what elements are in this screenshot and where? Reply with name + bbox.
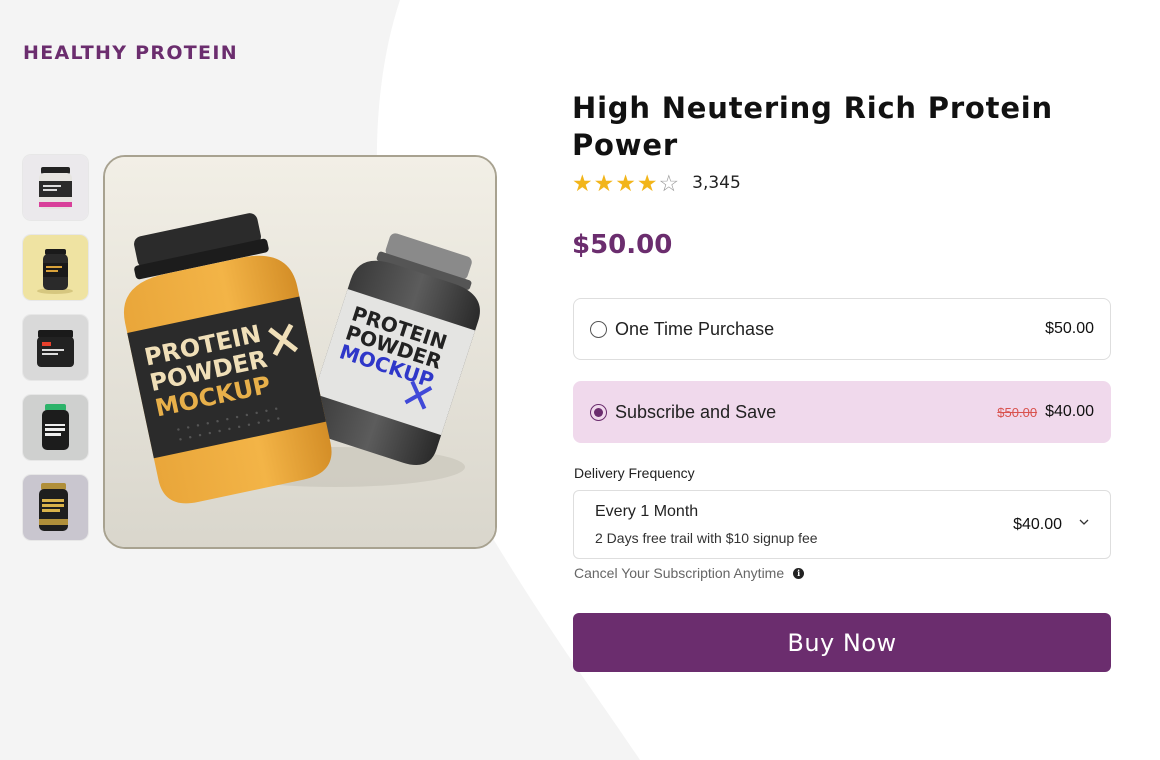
star-icon: ★ (636, 169, 658, 196)
buy-now-button[interactable]: Buy Now (573, 613, 1111, 672)
star-icon: ★ (572, 169, 593, 196)
brand-logo[interactable]: HEALTHY PROTEIN (23, 42, 238, 64)
star-icon: ★ (615, 169, 636, 196)
thumbnail-4[interactable] (23, 395, 88, 460)
info-icon[interactable]: i (793, 567, 805, 579)
chevron-down-icon[interactable] (1078, 516, 1090, 528)
thumbnail-1[interactable] (23, 155, 88, 220)
subscribe-label: Subscribe and Save (615, 401, 777, 422)
subscribe-old-price: $50.00 (997, 404, 1038, 420)
one-time-purchase-option[interactable]: One Time Purchase $50.00 (573, 298, 1111, 360)
delivery-frequency-price: $40.00 (1013, 516, 1062, 533)
thumbnail-list (23, 155, 88, 555)
thumbnail-5[interactable] (23, 475, 88, 540)
main-product-image[interactable]: PROTEIN POWDER MOCKUP PROTEIN POWDER MOC… (103, 155, 497, 549)
star-empty-icon: ☆ (658, 169, 680, 196)
cancel-subscription-note: Cancel Your Subscription Anytime i (574, 565, 805, 581)
subscribe-and-save-option[interactable]: Subscribe and Save $50.00 $40.00 (573, 381, 1111, 443)
thumbnail-3[interactable] (23, 315, 88, 380)
one-time-purchase-price: $50.00 (1045, 320, 1094, 337)
thumbnail-2[interactable] (23, 235, 88, 300)
product-price: $50.00 (572, 230, 673, 260)
delivery-frequency-select[interactable]: Every 1 Month 2 Days free trail with $10… (573, 490, 1111, 559)
star-icon: ★ (593, 169, 615, 196)
one-time-purchase-label: One Time Purchase (615, 318, 775, 339)
delivery-frequency-subtext: 2 Days free trail with $10 signup fee (595, 530, 818, 546)
product-info: High Neutering Rich Protein Power ★ ★ ★ … (572, 90, 1112, 260)
star-rating: ★ ★ ★ ★ ☆ (572, 169, 680, 196)
product-title: High Neutering Rich Protein Power (572, 91, 1053, 162)
radio-unchecked-icon[interactable] (590, 320, 607, 338)
radio-checked-icon[interactable] (590, 403, 607, 421)
rating-count[interactable]: 3,345 (692, 173, 741, 193)
subscribe-price: $40.00 (1045, 403, 1094, 420)
delivery-frequency-value: Every 1 Month (595, 503, 699, 520)
delivery-frequency-label: Delivery Frequency (574, 465, 695, 481)
rating-row: ★ ★ ★ ★ ☆ 3,345 (572, 170, 1112, 196)
cancel-note-text: Cancel Your Subscription Anytime (574, 565, 785, 581)
